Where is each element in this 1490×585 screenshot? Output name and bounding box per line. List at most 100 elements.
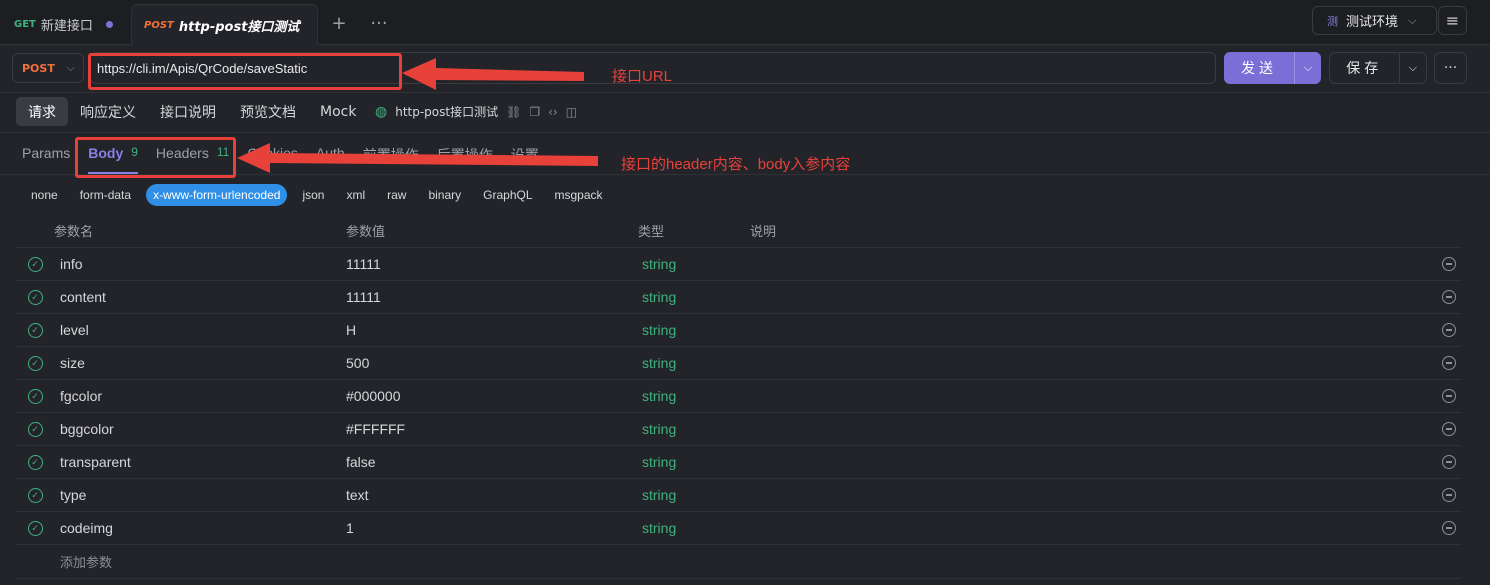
more-options-icon[interactable]: ···: [1434, 52, 1467, 84]
row-enabled-checkbox[interactable]: ✓: [16, 355, 54, 371]
tab-params[interactable]: Params: [22, 138, 70, 174]
param-value-cell[interactable]: #FFFFFF: [346, 421, 405, 437]
param-type-cell[interactable]: string: [642, 355, 676, 371]
tab-pre-operations[interactable]: 前置操作: [363, 138, 419, 174]
table-row: ✓ type text string: [16, 479, 1461, 512]
param-value-cell[interactable]: 1: [346, 520, 354, 536]
param-name-cell[interactable]: transparent: [60, 454, 131, 470]
tab-api-description[interactable]: 接口说明: [148, 97, 228, 126]
row-enabled-checkbox[interactable]: ✓: [16, 289, 54, 305]
param-name-cell[interactable]: info: [60, 256, 83, 272]
param-type-cell[interactable]: string: [642, 256, 676, 272]
row-enabled-checkbox[interactable]: ✓: [16, 520, 54, 536]
body-type-binary[interactable]: binary: [421, 184, 468, 206]
remove-row-icon[interactable]: [1442, 323, 1456, 337]
more-tabs-icon[interactable]: ···: [366, 10, 392, 36]
remove-row-icon[interactable]: [1442, 356, 1456, 370]
param-value-cell[interactable]: 500: [346, 355, 369, 371]
table-row: ✓ transparent false string: [16, 446, 1461, 479]
remove-row-icon[interactable]: [1442, 521, 1456, 535]
remove-row-icon[interactable]: [1442, 257, 1456, 271]
tab-auth[interactable]: Auth: [316, 138, 345, 174]
tab-mock[interactable]: Mock: [308, 97, 368, 126]
link-icon[interactable]: ⛓: [506, 105, 521, 119]
remove-row-icon[interactable]: [1442, 455, 1456, 469]
param-value-cell[interactable]: #000000: [346, 388, 401, 404]
column-header-value: 参数值: [346, 225, 386, 240]
code-icon[interactable]: ‹›: [548, 105, 558, 119]
save-button[interactable]: 保存 ⌵: [1329, 52, 1427, 84]
body-type-none[interactable]: none: [24, 184, 65, 206]
panel-toggle-icon[interactable]: ◫: [566, 105, 577, 119]
param-name-cell[interactable]: size: [60, 355, 85, 371]
body-type-form-data[interactable]: form-data: [73, 184, 138, 206]
row-enabled-checkbox[interactable]: ✓: [16, 388, 54, 404]
param-name-cell[interactable]: fgcolor: [60, 388, 102, 404]
tab-settings[interactable]: 设置: [511, 138, 539, 174]
row-enabled-checkbox[interactable]: ✓: [16, 487, 54, 503]
tab-new-api[interactable]: GET 新建接口: [2, 4, 130, 45]
param-value-cell[interactable]: 11111: [346, 289, 381, 305]
param-type-cell[interactable]: string: [642, 322, 676, 338]
tab-preview-doc[interactable]: 预览文档: [228, 97, 308, 126]
body-type-urlencoded[interactable]: x-www-form-urlencoded: [146, 184, 288, 206]
tab-post-operations[interactable]: 后置操作: [437, 138, 493, 174]
check-icon: ✓: [27, 454, 43, 470]
annotation-box-body-headers: [75, 137, 236, 178]
check-icon: ✓: [27, 289, 43, 305]
row-enabled-checkbox[interactable]: ✓: [16, 256, 54, 272]
param-name-cell[interactable]: bggcolor: [60, 421, 114, 437]
tab-cookies[interactable]: Cookies: [247, 138, 298, 174]
remove-row-icon[interactable]: [1442, 488, 1456, 502]
remove-row-icon[interactable]: [1442, 389, 1456, 403]
chevron-down-icon[interactable]: ⌵: [1294, 52, 1321, 84]
method-select[interactable]: POST ⌵: [12, 53, 84, 83]
body-type-graphql[interactable]: GraphQL: [476, 184, 539, 206]
tab-bar: GET 新建接口 POST http-post接口测试 + ··· 测 测试环境…: [0, 0, 1490, 45]
tab-request[interactable]: 请求: [16, 97, 68, 126]
tab-http-post[interactable]: POST http-post接口测试: [131, 4, 318, 45]
param-name-cell[interactable]: level: [60, 322, 89, 338]
param-type-cell[interactable]: string: [642, 289, 676, 305]
method-tag-post: POST: [144, 19, 174, 31]
table-row: ✓ size 500 string: [16, 347, 1461, 380]
remove-row-icon[interactable]: [1442, 290, 1456, 304]
param-type-cell[interactable]: string: [642, 487, 676, 503]
body-type-xml[interactable]: xml: [339, 184, 372, 206]
add-param-button[interactable]: 添加参数: [16, 545, 1461, 579]
env-badge: 测: [1327, 14, 1338, 28]
param-type-cell[interactable]: string: [642, 388, 676, 404]
tab-label: 前置操作: [362, 147, 419, 163]
body-type-json[interactable]: json: [295, 184, 331, 206]
copy-icon[interactable]: ❐: [529, 105, 540, 119]
tab-label: http-post接口测试: [178, 19, 300, 35]
param-value-cell[interactable]: 11111: [346, 256, 381, 272]
plus-icon[interactable]: +: [326, 10, 352, 36]
check-icon: ✓: [27, 355, 43, 371]
remove-row-icon[interactable]: [1442, 422, 1456, 436]
param-value-cell[interactable]: H: [346, 322, 356, 338]
send-button[interactable]: 发送 ⌵: [1224, 52, 1321, 84]
environment-select[interactable]: 测 测试环境 ⌵: [1312, 6, 1437, 35]
tab-response-definition[interactable]: 响应定义: [68, 97, 148, 126]
hamburger-menu-icon[interactable]: ≡: [1438, 6, 1467, 35]
param-type-cell[interactable]: string: [642, 520, 676, 536]
divider: [0, 132, 1490, 133]
body-type-msgpack[interactable]: msgpack: [548, 184, 610, 206]
param-value-cell[interactable]: false: [346, 454, 376, 470]
param-type-cell[interactable]: string: [642, 421, 676, 437]
row-enabled-checkbox[interactable]: ✓: [16, 454, 54, 470]
row-enabled-checkbox[interactable]: ✓: [16, 322, 54, 338]
tab-label: Auth: [315, 145, 345, 161]
body-type-raw[interactable]: raw: [380, 184, 413, 206]
param-value-cell[interactable]: text: [346, 487, 369, 503]
param-name-cell[interactable]: content: [60, 289, 106, 305]
doc-title-bar: ◍ http-post接口测试 ⛓ ❐ ‹› ◫: [375, 103, 577, 120]
param-name-cell[interactable]: codeimg: [60, 520, 113, 536]
param-name-cell[interactable]: type: [60, 487, 86, 503]
row-enabled-checkbox[interactable]: ✓: [16, 421, 54, 437]
check-icon: ✓: [27, 520, 43, 536]
annotation-url-note: 接口URL: [612, 68, 673, 85]
param-type-cell[interactable]: string: [642, 454, 676, 470]
chevron-down-icon[interactable]: ⌵: [1398, 53, 1426, 83]
